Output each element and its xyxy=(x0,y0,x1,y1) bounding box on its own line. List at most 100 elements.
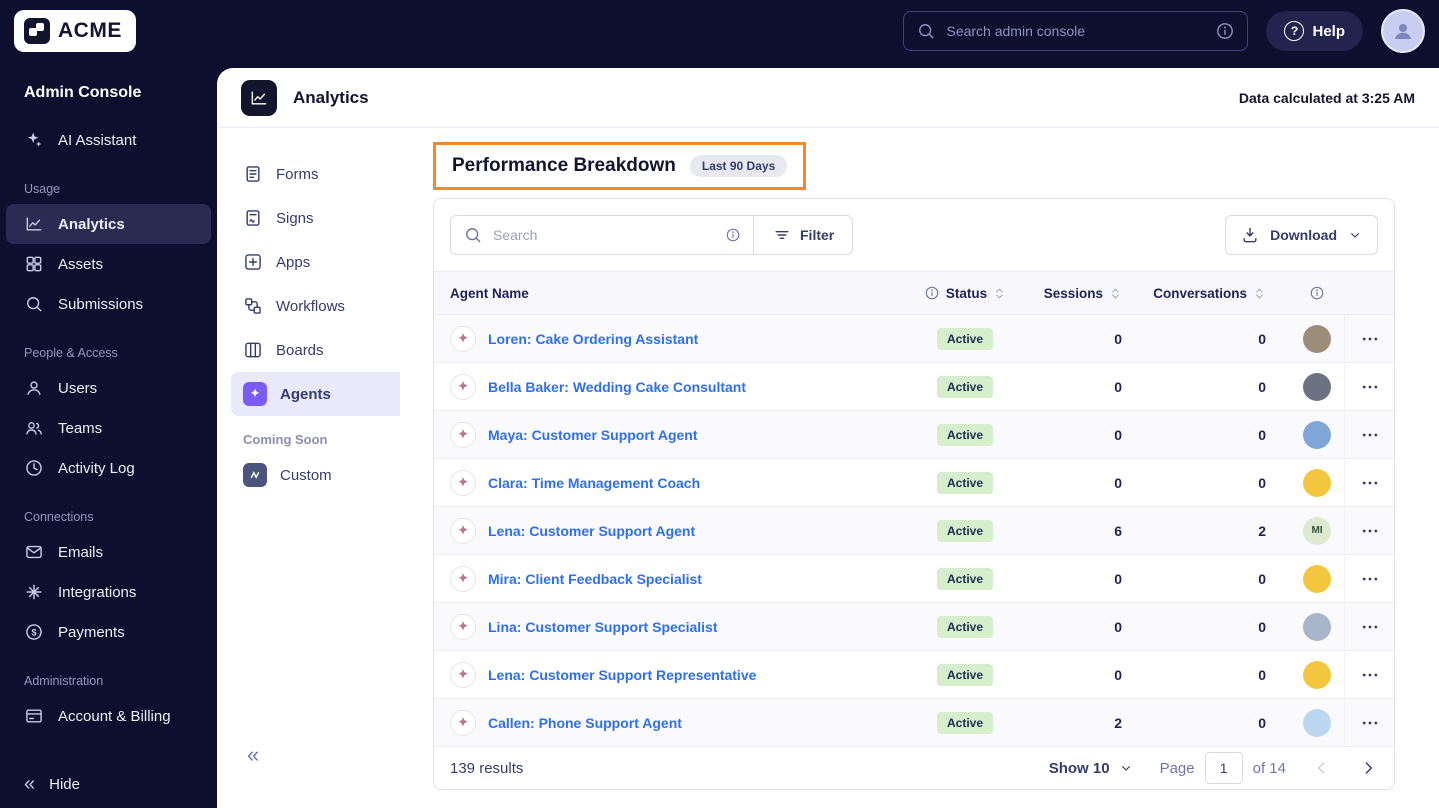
next-page-button[interactable] xyxy=(1358,758,1378,778)
row-actions-button[interactable] xyxy=(1354,707,1386,739)
status-badge: Active xyxy=(936,711,994,734)
subnav-item-workflows[interactable]: Workflows xyxy=(231,284,400,328)
agent-name-link[interactable]: Lina: Customer Support Specialist xyxy=(488,619,717,635)
sidebar-item-ai-assistant[interactable]: AI Assistant xyxy=(6,120,211,160)
performance-panel: Performance Breakdown Last 90 Days Searc… xyxy=(400,128,1439,808)
agent-star-icon xyxy=(450,709,476,736)
sidebar-item-users[interactable]: Users xyxy=(6,368,211,408)
search-icon xyxy=(466,228,481,243)
agent-name-link[interactable]: Maya: Customer Support Agent xyxy=(488,427,698,443)
sort-icon[interactable] xyxy=(1253,287,1266,300)
conversations-value: 2 xyxy=(1258,522,1266,539)
coming-soon-label: Coming Soon xyxy=(243,432,328,447)
row-actions-button[interactable] xyxy=(1354,515,1386,547)
sidebar-item-label: Teams xyxy=(58,419,103,437)
subnav-item-label: Custom xyxy=(280,466,332,484)
filter-button[interactable]: Filter xyxy=(754,216,853,254)
agent-name-link[interactable]: Lena: Customer Support Representative xyxy=(488,667,756,683)
conversations-value: 0 xyxy=(1258,474,1266,491)
chevron-right-icon xyxy=(1365,762,1373,774)
acme-logo[interactable]: ACME xyxy=(14,10,136,52)
subnav-item-agents[interactable]: Agents xyxy=(231,372,400,416)
table-search-input[interactable] xyxy=(493,227,715,243)
agent-name-link[interactable]: Callen: Phone Support Agent xyxy=(488,715,682,731)
global-search-input[interactable] xyxy=(946,23,1206,39)
sidebar-item-activity-log[interactable]: Activity Log xyxy=(6,448,211,488)
col-conversations: Conversations xyxy=(1140,286,1290,301)
topbar-right: ? Help xyxy=(903,9,1425,53)
sidebar-item-analytics[interactable]: Analytics xyxy=(6,204,211,244)
integrations-icon xyxy=(26,584,42,600)
page-input[interactable] xyxy=(1204,752,1243,784)
table-search[interactable] xyxy=(451,216,753,254)
row-actions-button[interactable] xyxy=(1354,419,1386,451)
workflows-icon xyxy=(245,298,261,314)
table-row: Maya: Customer Support Agent Active 0 0 xyxy=(434,411,1394,459)
sidebar-item-payments[interactable]: $ Payments xyxy=(6,612,211,652)
prev-page-button[interactable] xyxy=(1312,758,1332,778)
status-badge: Active xyxy=(936,567,994,590)
info-icon[interactable] xyxy=(924,285,940,301)
sort-icon[interactable] xyxy=(993,287,1006,300)
subnav-item-apps[interactable]: Apps xyxy=(231,240,400,284)
status-badge: Active xyxy=(936,423,994,446)
ellipsis-icon xyxy=(1362,721,1377,724)
sidebar-item-account-billing[interactable]: Account & Billing xyxy=(6,696,211,736)
table-row: Lena: Customer Support Representative Ac… xyxy=(434,651,1394,699)
row-actions-button[interactable] xyxy=(1354,563,1386,595)
subnav-item-signs[interactable]: Signs xyxy=(231,196,400,240)
show-per-page-select[interactable]: Show 10 xyxy=(1049,760,1134,777)
question-icon: ? xyxy=(1284,21,1305,41)
sidebar-item-label: Users xyxy=(58,379,98,397)
row-actions-button[interactable] xyxy=(1354,323,1386,355)
sidebar-item-label: Activity Log xyxy=(58,459,135,477)
sessions-value: 0 xyxy=(1114,570,1122,587)
agent-name-link[interactable]: Bella Baker: Wedding Cake Consultant xyxy=(488,379,746,395)
sidebar-item-teams[interactable]: Teams xyxy=(6,408,211,448)
sidebar-item-label: Payments xyxy=(58,623,125,641)
page-of-label: of 14 xyxy=(1252,759,1286,777)
svg-text:$: $ xyxy=(31,627,36,637)
help-button[interactable]: ? Help xyxy=(1266,11,1363,51)
user-avatar[interactable] xyxy=(1381,9,1425,53)
sidebar-item-integrations[interactable]: Integrations xyxy=(6,572,211,612)
download-button[interactable]: Download xyxy=(1225,215,1378,255)
subnav-item-boards[interactable]: Boards xyxy=(231,328,400,372)
row-actions-button[interactable] xyxy=(1354,659,1386,691)
agent-star-icon xyxy=(450,325,476,352)
agent-name-link[interactable]: Clara: Time Management Coach xyxy=(488,475,700,491)
row-actions-button[interactable] xyxy=(1354,611,1386,643)
content-card: Analytics Data calculated at 3:25 AM For… xyxy=(217,68,1439,808)
subnav-collapse-button[interactable]: « xyxy=(247,744,259,766)
info-icon[interactable] xyxy=(1215,21,1235,41)
envelope-icon xyxy=(26,545,42,559)
sidebar-item-emails[interactable]: Emails xyxy=(6,532,211,572)
agent-name-link[interactable]: Lena: Customer Support Agent xyxy=(488,523,695,539)
avatar xyxy=(1303,612,1331,641)
row-actions-button[interactable] xyxy=(1354,371,1386,403)
download-label: Download xyxy=(1270,227,1337,243)
info-icon[interactable] xyxy=(1309,285,1325,301)
sort-icon[interactable] xyxy=(1109,287,1122,300)
avatar xyxy=(1303,660,1331,689)
sparkles-icon xyxy=(27,132,42,147)
search-icon xyxy=(919,24,934,39)
sidebar-item-assets[interactable]: Assets xyxy=(6,244,211,284)
subnav-item-forms[interactable]: Forms xyxy=(231,152,400,196)
table-row: Bella Baker: Wedding Cake Consultant Act… xyxy=(434,363,1394,411)
sidebar-hide-button[interactable]: « Hide xyxy=(0,764,217,804)
agent-name-link[interactable]: Mira: Client Feedback Specialist xyxy=(488,571,702,587)
agent-name-link[interactable]: Loren: Cake Ordering Assistant xyxy=(488,331,698,347)
subnav-item-label: Forms xyxy=(276,165,319,183)
table-row: Callen: Phone Support Agent Active 2 0 xyxy=(434,699,1394,747)
agent-star-icon xyxy=(450,421,476,448)
sessions-header-label: Sessions xyxy=(1043,285,1103,301)
row-actions-button[interactable] xyxy=(1354,467,1386,499)
payments-icon: $ xyxy=(26,624,42,640)
sidebar-item-submissions[interactable]: Submissions xyxy=(6,284,211,324)
global-search[interactable] xyxy=(903,11,1249,51)
chevron-down-icon xyxy=(1121,766,1130,771)
status-badge: Active xyxy=(936,471,994,494)
subnav-item-custom[interactable]: Custom xyxy=(231,453,400,497)
info-icon[interactable] xyxy=(725,227,741,243)
